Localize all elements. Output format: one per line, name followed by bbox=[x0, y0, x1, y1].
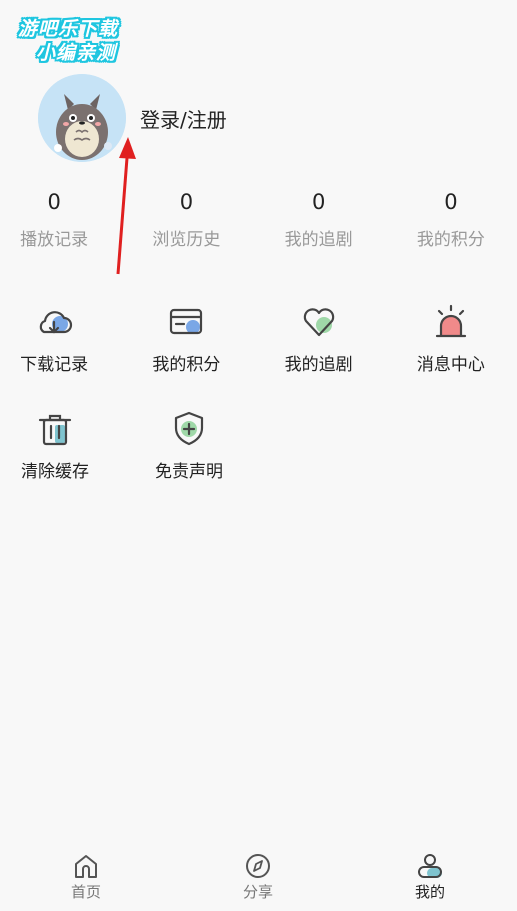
menu-label: 下载记录 bbox=[20, 355, 89, 375]
menu-label: 消息中心 bbox=[416, 355, 485, 375]
tab-label: 我的 bbox=[414, 883, 445, 901]
watermark-line-1: 游吧乐下载 bbox=[18, 18, 119, 40]
menu-label: 我的追剧 bbox=[284, 355, 353, 375]
stat-browse-history[interactable]: 0 浏览历史 bbox=[120, 190, 252, 250]
stat-label: 我的追剧 bbox=[284, 230, 353, 250]
menu-grid: 下载记录 我的积分 我的追剧 消息中心 清除缓存 免责声明 bbox=[0, 302, 517, 516]
menu-message-center[interactable]: 消息中心 bbox=[385, 302, 517, 375]
heart-icon bbox=[303, 308, 334, 337]
menu-my-shows[interactable]: 我的追剧 bbox=[253, 302, 385, 375]
alarm-icon bbox=[435, 304, 466, 338]
menu-label: 清除缓存 bbox=[21, 462, 89, 482]
totoro-avatar-icon bbox=[38, 74, 126, 162]
card-icon bbox=[170, 308, 203, 335]
cloud-download-icon bbox=[39, 311, 73, 334]
user-icon bbox=[418, 854, 442, 878]
trash-icon bbox=[38, 414, 72, 446]
stat-my-points[interactable]: 0 我的积分 bbox=[385, 190, 517, 250]
bottom-tab-bar: 首页 分享 我的 bbox=[0, 847, 517, 911]
stat-value: 0 bbox=[444, 190, 458, 214]
stat-label: 浏览历史 bbox=[152, 230, 221, 250]
stat-play-history[interactable]: 0 播放记录 bbox=[0, 190, 120, 250]
menu-download-records[interactable]: 下载记录 bbox=[0, 302, 120, 375]
menu-label: 我的积分 bbox=[152, 355, 221, 375]
watermark-logo: 游吧乐下载 小编亲测 bbox=[10, 10, 160, 68]
tab-label: 首页 bbox=[70, 883, 101, 901]
avatar[interactable] bbox=[38, 74, 126, 162]
menu-clear-cache[interactable]: 清除缓存 bbox=[0, 409, 122, 482]
menu-label: 免责声明 bbox=[155, 462, 223, 482]
stat-value: 0 bbox=[179, 190, 194, 214]
stat-label: 播放记录 bbox=[20, 230, 89, 250]
stat-my-shows[interactable]: 0 我的追剧 bbox=[253, 190, 385, 250]
compass-icon bbox=[246, 854, 270, 878]
stats-row: 0 播放记录 0 浏览历史 0 我的追剧 0 我的积分 bbox=[0, 190, 517, 250]
menu-my-points[interactable]: 我的积分 bbox=[120, 302, 252, 375]
watermark-line-2: 小编亲测 bbox=[36, 42, 117, 64]
home-icon bbox=[75, 855, 97, 878]
tab-home[interactable]: 首页 bbox=[0, 847, 172, 911]
stat-label: 我的积分 bbox=[416, 230, 485, 250]
shield-icon bbox=[174, 411, 204, 446]
menu-disclaimer[interactable]: 免责声明 bbox=[122, 409, 256, 482]
stat-value: 0 bbox=[47, 190, 61, 214]
profile-header[interactable]: 登录/注册 bbox=[38, 74, 227, 162]
stat-value: 0 bbox=[311, 190, 326, 214]
tab-label: 分享 bbox=[242, 883, 273, 901]
tab-share[interactable]: 分享 bbox=[172, 847, 344, 911]
login-register-link[interactable]: 登录/注册 bbox=[140, 104, 227, 133]
tab-mine[interactable]: 我的 bbox=[344, 847, 516, 911]
